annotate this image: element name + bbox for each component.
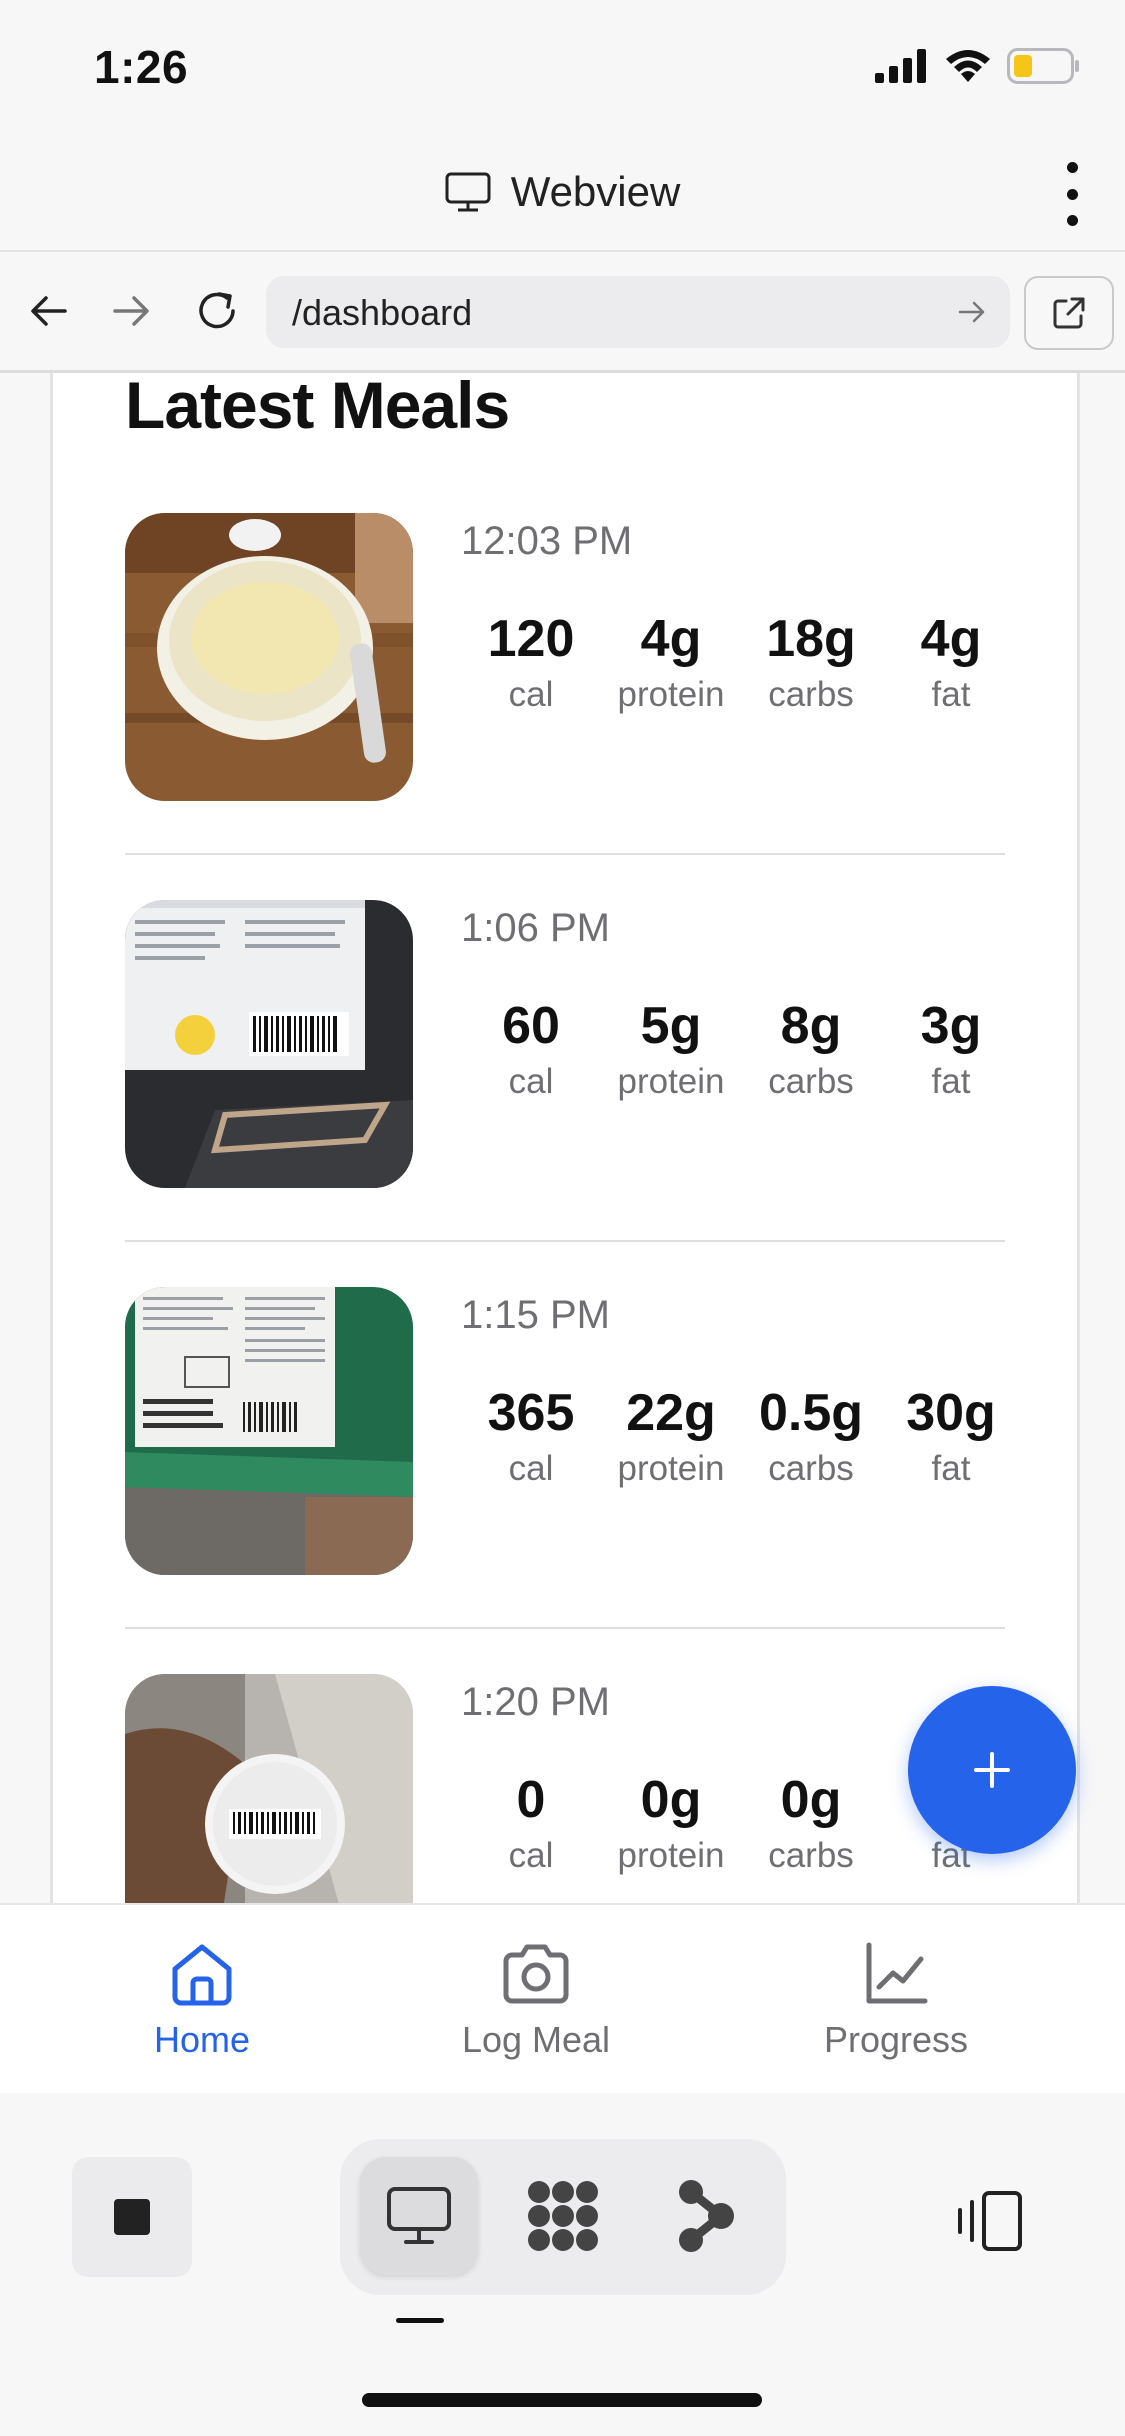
bottom-tab-bar: Home Log Meal Progress [0, 1903, 1125, 2095]
back-button[interactable] [20, 282, 78, 340]
webview-mode-button[interactable] [360, 2157, 478, 2275]
url-text: /dashboard [292, 292, 473, 333]
home-indicator [362, 2393, 762, 2407]
status-time: 1:26 [94, 41, 189, 93]
battery-icon [1007, 48, 1079, 84]
plus-icon [974, 1752, 1010, 1788]
device-frame-button[interactable] [948, 2183, 1032, 2259]
tab-progress-label: Progress [823, 2019, 969, 2060]
node-graph-icon [679, 2180, 734, 2252]
dots-grid-icon [528, 2181, 598, 2251]
status-icons [875, 48, 1081, 84]
view-mode-switcher [340, 2139, 786, 2295]
meal-photo [125, 1674, 413, 1903]
macro-carbs: 0.5g carbs [758, 1384, 864, 1488]
monitor-icon [387, 2187, 451, 2244]
macro-carbs: 18g carbs [766, 610, 856, 714]
macro-row: 120 cal 4g protein 18g carbs 4g fat [461, 609, 1021, 721]
macro-protein: 0g protein [617, 1771, 725, 1875]
macro-fat: 30g fat [906, 1384, 996, 1488]
meal-photo [125, 1287, 413, 1575]
mode-indicator [396, 2318, 444, 2323]
reload-icon [199, 292, 235, 329]
section-title: Latest Meals [125, 373, 510, 442]
tab-log-meal[interactable]: Log Meal [436, 1939, 636, 2061]
meal-photo [125, 513, 413, 801]
arrow-right-icon [113, 296, 149, 326]
webview-title-group: Webview [0, 168, 1125, 216]
macro-fat: 3g fat [920, 997, 982, 1101]
macro-calories: 0 cal [508, 1771, 554, 1875]
forward-button[interactable] [102, 282, 160, 340]
macro-protein: 22g protein [617, 1384, 725, 1488]
macro-carbs: 0g carbs [768, 1771, 854, 1875]
device-toolbar [0, 2093, 1125, 2436]
flow-mode-button[interactable] [648, 2157, 766, 2275]
macro-protein: 4g protein [617, 610, 725, 714]
meal-item[interactable]: 12:03 PM 120 cal 4g protein 18g carbs 4g fat [125, 513, 1005, 803]
open-external-button[interactable] [1024, 276, 1114, 350]
camera-icon [503, 1944, 569, 2004]
macro-row: 60 cal 5g protein 8g carbs 3g fat [461, 996, 1021, 1108]
tab-home[interactable]: Home [122, 1939, 282, 2061]
tab-log-meal-label: Log Meal [461, 2019, 611, 2060]
meal-photo [125, 900, 413, 1188]
go-arrow-icon[interactable] [956, 296, 988, 328]
stop-icon [114, 2199, 150, 2235]
macro-calories: 120 cal [487, 610, 575, 714]
add-meal-fab[interactable] [908, 1686, 1076, 1854]
meal-time: 1:06 PM [461, 906, 610, 950]
divider [125, 853, 1005, 855]
monitor-icon [445, 172, 491, 212]
home-icon [172, 1944, 232, 2006]
meal-item[interactable]: 1:15 PM 365 cal 22g protein 0.5g carbs 30g f… [125, 1287, 1005, 1577]
macro-calories: 365 cal [487, 1384, 575, 1488]
dashboard-content[interactable]: Latest Meals 12:03 PM 120 cal 4g protein… [0, 373, 1125, 1903]
meal-item[interactable]: 1:20 PM 0cal 0gprotein 0gcarbs 0gfat [125, 1674, 1005, 1903]
macro-protein: 5g protein [617, 997, 725, 1101]
latest-meals-card: Latest Meals 12:03 PM 120 cal 4g protein… [50, 373, 1080, 1903]
cellular-signal-icon [875, 49, 926, 83]
macro-fat: 4g fat [920, 610, 982, 714]
tab-home-label: Home [153, 2019, 251, 2060]
divider [125, 1627, 1005, 1629]
device-frame-icon [958, 2191, 1022, 2251]
more-options-icon[interactable] [1055, 162, 1089, 226]
status-bar: 1:26 [0, 0, 1125, 140]
meal-item[interactable]: 1:06 PM 60 cal 5g protein 8g carbs 3g fat [125, 900, 1005, 1190]
macro-calories: 60 cal [502, 997, 560, 1101]
meal-time: 12:03 PM [461, 519, 633, 563]
grid-mode-button[interactable] [504, 2157, 622, 2275]
macro-row: 365 cal 22g protein 0.5g carbs 30g fat [461, 1383, 1021, 1495]
browser-toolbar: /dashboard [0, 252, 1125, 373]
arrow-left-icon [31, 296, 67, 326]
macro-carbs: 8g carbs [768, 997, 854, 1101]
meal-time: 1:15 PM [461, 1293, 610, 1337]
chart-line-icon [866, 1942, 928, 2004]
reload-button[interactable] [188, 282, 246, 340]
tab-progress[interactable]: Progress [796, 1939, 996, 2061]
webview-header: Webview [0, 140, 1125, 252]
divider [125, 1240, 1005, 1242]
webview-title: Webview [510, 168, 681, 215]
external-link-icon [1053, 297, 1085, 329]
meal-time: 1:20 PM [461, 1680, 610, 1724]
url-input[interactable]: /dashboard [266, 276, 1010, 348]
wifi-icon [946, 50, 990, 82]
stop-button[interactable] [72, 2157, 192, 2277]
